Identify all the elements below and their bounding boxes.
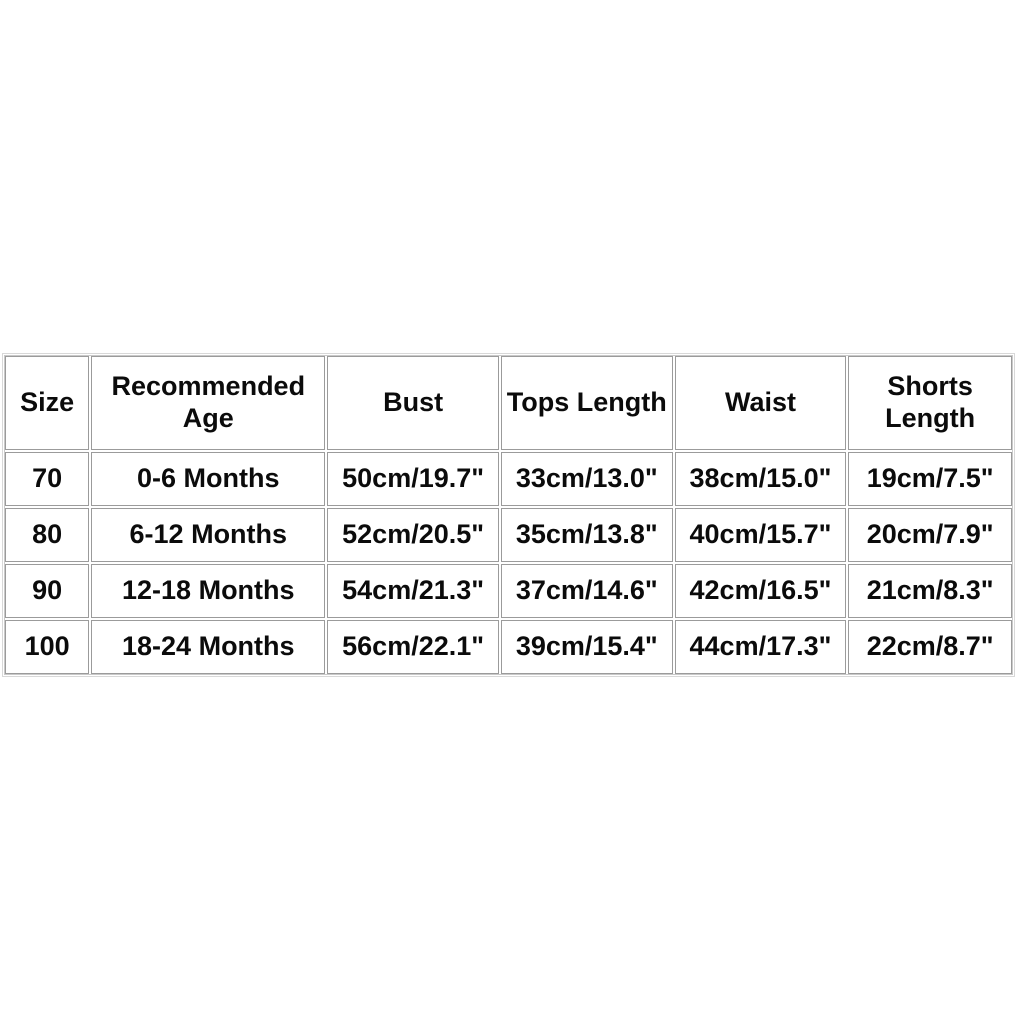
header-cell-recommended-age: Recommended Age xyxy=(91,356,326,450)
cell-age: 18-24 Months xyxy=(91,620,326,674)
table-header: Size Recommended Age Bust Tops Length Wa… xyxy=(5,356,1012,450)
header-cell-size: Size xyxy=(5,356,90,450)
header-cell-tops-length: Tops Length xyxy=(500,356,673,450)
cell-size: 80 xyxy=(5,508,90,562)
table-row: 80 6-12 Months 52cm/20.5" 35cm/13.8" 40c… xyxy=(5,508,1012,562)
table-row: 90 12-18 Months 54cm/21.3" 37cm/14.6" 42… xyxy=(5,564,1012,618)
header-cell-waist: Waist xyxy=(674,356,847,450)
cell-age: 12-18 Months xyxy=(91,564,326,618)
cell-size: 100 xyxy=(5,620,90,674)
table-body: 70 0-6 Months 50cm/19.7" 33cm/13.0" 38cm… xyxy=(5,452,1012,674)
header-cell-bust: Bust xyxy=(327,356,499,450)
cell-shorts-length: 22cm/8.7" xyxy=(848,620,1012,674)
cell-bust: 50cm/19.7" xyxy=(327,452,499,506)
cell-waist: 40cm/15.7" xyxy=(674,508,847,562)
cell-size: 70 xyxy=(5,452,90,506)
cell-waist: 42cm/16.5" xyxy=(674,564,847,618)
table-row: 100 18-24 Months 56cm/22.1" 39cm/15.4" 4… xyxy=(5,620,1012,674)
header-cell-shorts-length: Shorts Length xyxy=(848,356,1012,450)
cell-shorts-length: 21cm/8.3" xyxy=(848,564,1012,618)
cell-tops-length: 33cm/13.0" xyxy=(500,452,673,506)
cell-age: 0-6 Months xyxy=(91,452,326,506)
cell-tops-length: 37cm/14.6" xyxy=(500,564,673,618)
cell-shorts-length: 19cm/7.5" xyxy=(848,452,1012,506)
cell-shorts-length: 20cm/7.9" xyxy=(848,508,1012,562)
cell-bust: 54cm/21.3" xyxy=(327,564,499,618)
cell-tops-length: 35cm/13.8" xyxy=(500,508,673,562)
cell-bust: 56cm/22.1" xyxy=(327,620,499,674)
cell-waist: 44cm/17.3" xyxy=(674,620,847,674)
size-chart-table: Size Recommended Age Bust Tops Length Wa… xyxy=(2,353,1015,677)
cell-tops-length: 39cm/15.4" xyxy=(500,620,673,674)
table-row: 70 0-6 Months 50cm/19.7" 33cm/13.0" 38cm… xyxy=(5,452,1012,506)
cell-age: 6-12 Months xyxy=(91,508,326,562)
page-canvas: Size Recommended Age Bust Tops Length Wa… xyxy=(0,0,1024,1024)
header-row: Size Recommended Age Bust Tops Length Wa… xyxy=(5,356,1012,450)
cell-waist: 38cm/15.0" xyxy=(674,452,847,506)
cell-size: 90 xyxy=(5,564,90,618)
size-chart-container: Size Recommended Age Bust Tops Length Wa… xyxy=(2,353,1015,677)
cell-bust: 52cm/20.5" xyxy=(327,508,499,562)
